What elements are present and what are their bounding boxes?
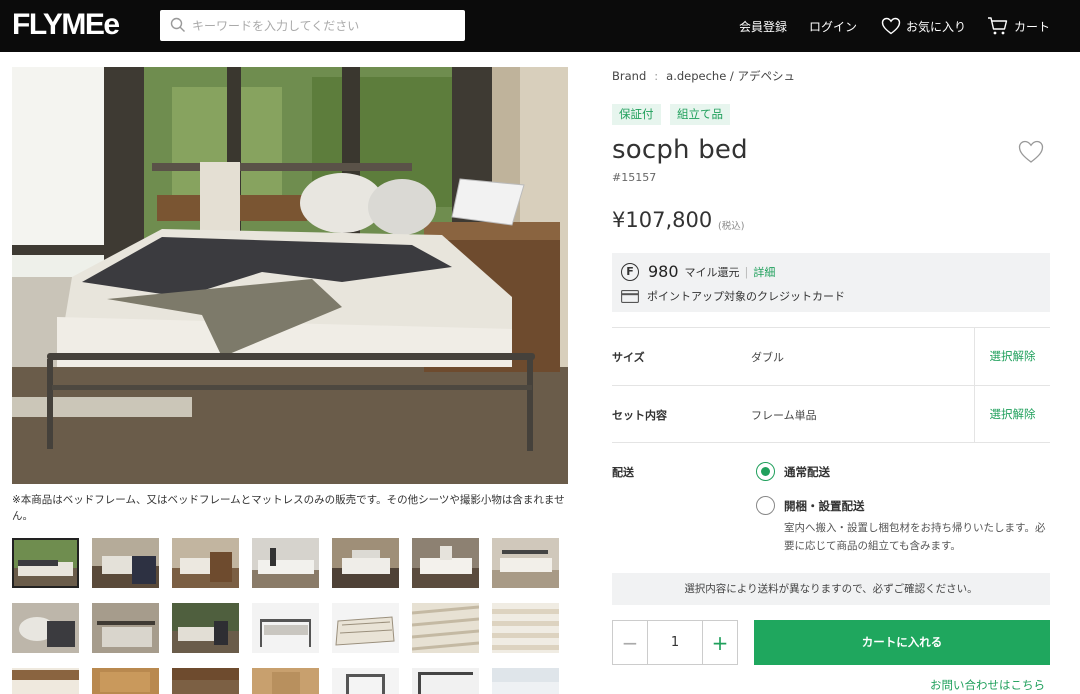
mile-points: 980: [648, 262, 679, 281]
thumbnail-17[interactable]: [172, 668, 239, 694]
radio-normal-shipping[interactable]: [756, 462, 775, 481]
thumbnail-11[interactable]: [252, 603, 319, 653]
thumbnail-21[interactable]: [492, 668, 559, 694]
credit-card-icon: [621, 289, 639, 303]
thumbnail-20[interactable]: [412, 668, 479, 694]
thumbnail-19[interactable]: [332, 668, 399, 694]
option-value-set[interactable]: フレーム単品: [751, 407, 817, 423]
quantity-stepper: − +: [612, 620, 738, 665]
thumbnail-6[interactable]: [412, 538, 479, 588]
favorites-label: お気に入り: [906, 19, 967, 34]
cart-icon: [988, 17, 1008, 35]
site-logo[interactable]: FLYMEe: [12, 8, 120, 42]
thumbnail-18[interactable]: [252, 668, 319, 694]
search-input[interactable]: [192, 10, 457, 41]
bed-photo-illustration: [12, 67, 568, 484]
main-product-photo[interactable]: [12, 67, 568, 484]
flymee-mile-icon: F: [621, 262, 639, 281]
cart-link[interactable]: カート: [987, 0, 1050, 52]
clear-size-button[interactable]: 選択解除: [974, 328, 1050, 385]
quantity-decrease-button[interactable]: −: [613, 621, 648, 664]
mile-info-box: F 980 マイル還元 | 詳細 ポイントアップ対象のクレジットカード: [612, 253, 1050, 312]
setup-shipping-label[interactable]: 開梱・設置配送: [784, 498, 865, 514]
brand-separator: :: [654, 69, 659, 83]
tag-assembly: 組立て品: [670, 104, 730, 125]
shipping-label: 配送: [612, 466, 634, 479]
brand-name-link[interactable]: a.depeche / アデペシュ: [666, 69, 795, 83]
thumbnail-1[interactable]: [12, 538, 79, 588]
thumbnail-5[interactable]: [332, 538, 399, 588]
tag-warranty: 保証付: [612, 104, 661, 125]
thumbnail-10[interactable]: [172, 603, 239, 653]
credit-card-row[interactable]: ポイントアップ対象のクレジットカード: [621, 288, 845, 304]
thumbnail-14[interactable]: [492, 603, 559, 653]
product-price: ¥107,800: [612, 208, 713, 232]
option-row-set: セット内容 フレーム単品 選択解除: [612, 385, 1050, 443]
thumbnail-15[interactable]: [12, 668, 79, 694]
radio-setup-shipping[interactable]: [756, 496, 775, 515]
thumbnail-12[interactable]: [332, 603, 399, 653]
shipping-notice: 選択内容により送料が異なりますので、必ずご確認ください。: [612, 573, 1050, 605]
search-icon: [170, 17, 185, 32]
favorites-link[interactable]: お気に入り: [881, 0, 966, 52]
quantity-increase-button[interactable]: +: [702, 621, 737, 664]
contact-link[interactable]: お問い合わせはこちら: [930, 677, 1045, 693]
setup-shipping-description: 室内へ搬入・設置し梱包材をお持ち帰りいたします。必要に応じて商品の組立ても含みま…: [784, 522, 1046, 552]
normal-shipping-label[interactable]: 通常配送: [784, 464, 830, 480]
add-to-cart-button[interactable]: カートに入れる: [754, 620, 1050, 665]
site-header: FLYMEe 会員登録 ログイン お気に入り カート: [0, 0, 1080, 52]
thumbnail-7[interactable]: [492, 538, 559, 588]
thumbnail-13[interactable]: [412, 603, 479, 653]
mile-row: F 980 マイル還元 | 詳細: [621, 262, 775, 281]
thumbnail-16[interactable]: [92, 668, 159, 694]
option-value-size[interactable]: ダブル: [751, 349, 784, 365]
option-row-size: サイズ ダブル 選択解除: [612, 327, 1050, 385]
thumbnail-8[interactable]: [12, 603, 79, 653]
search-box[interactable]: [160, 10, 465, 41]
member-register-link[interactable]: 会員登録: [739, 0, 787, 52]
product-id: #15157: [612, 171, 657, 184]
brand-label: Brand: [612, 69, 647, 83]
mile-detail-link[interactable]: 詳細: [753, 264, 775, 280]
option-label-size: サイズ: [612, 351, 645, 364]
add-favorite-button[interactable]: [1018, 140, 1044, 168]
quantity-input[interactable]: [648, 621, 702, 664]
thumbnail-9[interactable]: [92, 603, 159, 653]
heart-outline-icon: [1018, 140, 1044, 163]
tax-note: (税込): [718, 221, 745, 232]
credit-card-text: ポイントアップ対象のクレジットカード: [647, 290, 845, 303]
thumbnail-2[interactable]: [92, 538, 159, 588]
thumbnail-4[interactable]: [252, 538, 319, 588]
product-note: ※本商品はベッドフレーム、又はベッドフレームとマットレスのみの販売です。その他シ…: [12, 494, 565, 522]
cart-label: カート: [1014, 19, 1051, 34]
thumbnail-3[interactable]: [172, 538, 239, 588]
mile-separator: |: [744, 264, 749, 279]
login-link[interactable]: ログイン: [809, 0, 857, 52]
heart-icon: [881, 17, 901, 35]
mile-label: マイル還元: [684, 265, 740, 279]
clear-set-button[interactable]: 選択解除: [974, 386, 1050, 443]
option-label-set: セット内容: [612, 409, 667, 422]
brand-line: Brand: a.depeche / アデペシュ: [612, 68, 795, 84]
product-title: socph bed: [612, 135, 748, 165]
